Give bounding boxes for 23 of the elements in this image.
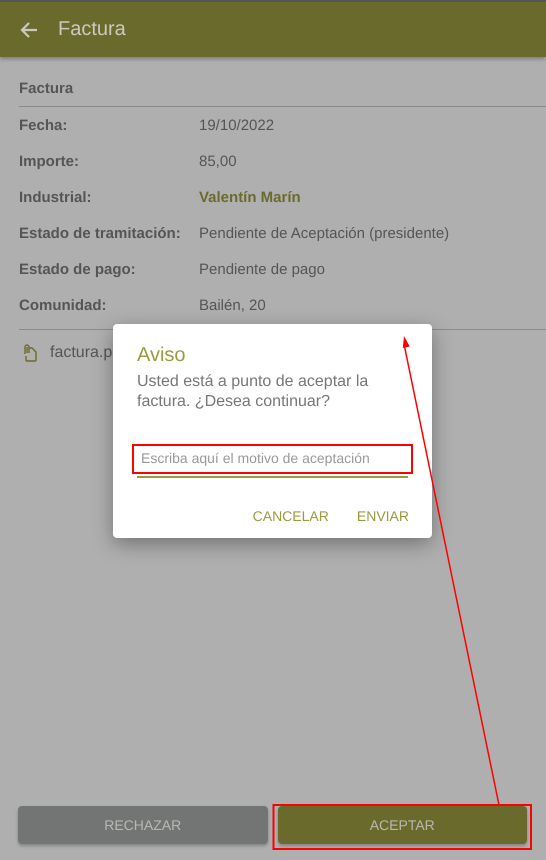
attachment-link[interactable]: factura.p (50, 344, 112, 362)
field-label: Importe: (19, 152, 80, 170)
field-label: Industrial: (19, 188, 93, 206)
field-value: Bailén, 20 (199, 296, 266, 314)
field-label: Estado de tramitación: (19, 224, 182, 242)
dialog-title: Aviso (137, 344, 187, 367)
section-title: Factura (19, 79, 74, 99)
field-value: Pendiente de Aceptación (presidente) (199, 224, 450, 242)
back-arrow-icon[interactable] (19, 20, 39, 40)
dialog-message: Usted está a punto de aceptar la factura. ¿Desea continuar? (137, 372, 370, 412)
field-value: 19/10/2022 (199, 116, 274, 134)
send-button[interactable]: ENVIAR (346, 500, 420, 532)
field-value: Pendiente de pago (199, 260, 325, 278)
cancel-button[interactable]: CANCELAR (242, 500, 340, 532)
field-label: Fecha: (19, 116, 68, 134)
field-label: Estado de pago: (19, 260, 137, 278)
industrial-link[interactable]: Valentín Marín (199, 188, 301, 206)
field-label: Comunidad: (19, 296, 108, 314)
field-value: 85,00 (199, 152, 237, 170)
attachment-icon (22, 344, 38, 362)
reject-button[interactable]: RECHAZAR (18, 806, 268, 844)
screen-title: Factura (58, 18, 126, 41)
accept-button[interactable]: ACEPTAR (278, 806, 527, 844)
